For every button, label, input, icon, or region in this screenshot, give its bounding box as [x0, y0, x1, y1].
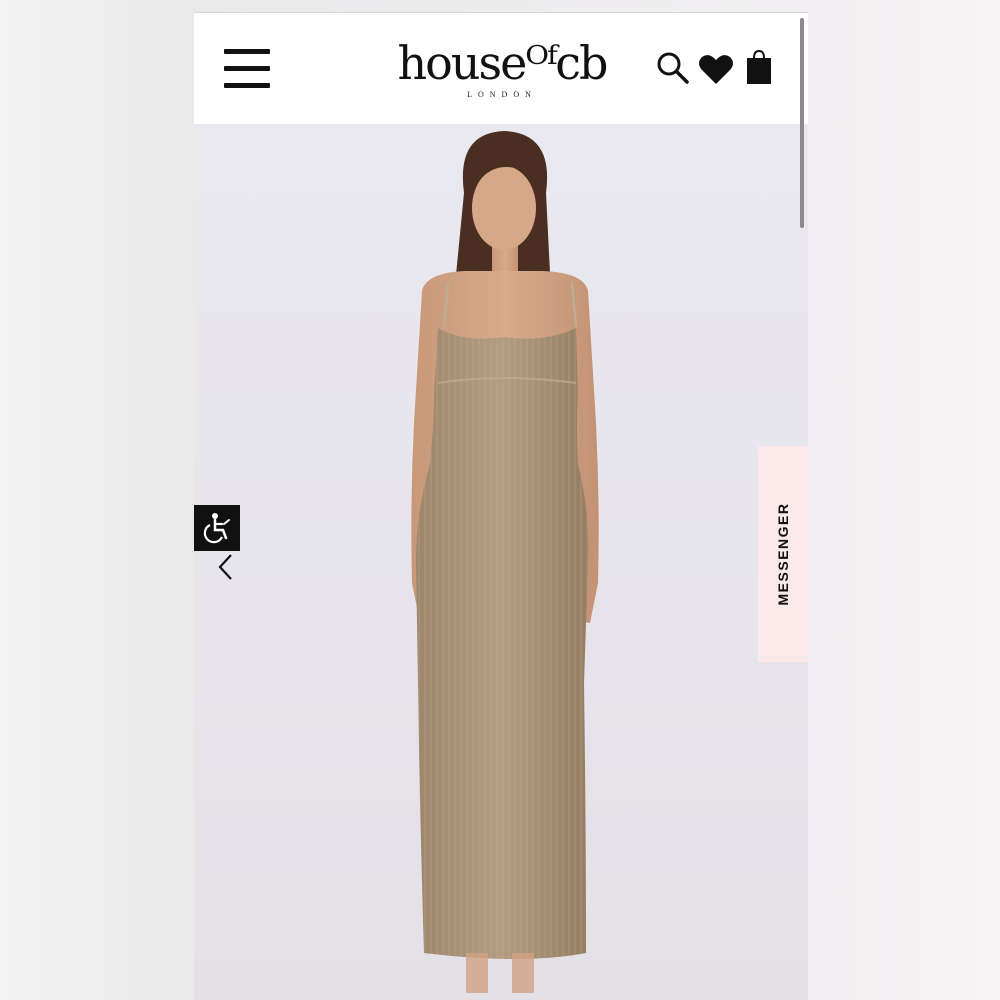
face	[472, 166, 536, 250]
shopping-bag-icon[interactable]	[745, 49, 773, 90]
site-header: houseᴼᶠcb LONDON	[194, 12, 808, 124]
messenger-button[interactable]: MESSENGER	[758, 446, 808, 662]
brand-logo[interactable]: houseᴼᶠcb LONDON	[362, 35, 642, 115]
mobile-viewport: houseᴼᶠcb LONDON MESSENGER	[194, 12, 808, 1000]
search-icon[interactable]	[656, 51, 690, 90]
dress-texture	[416, 328, 589, 959]
wheelchair-icon	[203, 513, 230, 544]
product-image[interactable]	[194, 123, 808, 1000]
heart-icon[interactable]	[698, 53, 734, 90]
model-figure	[411, 131, 599, 993]
chevron-left-icon[interactable]	[212, 552, 242, 582]
brand-wordmark: houseᴼᶠcb	[397, 36, 609, 90]
menu-button[interactable]	[224, 49, 270, 89]
scrollbar[interactable]	[800, 18, 804, 228]
accessibility-button[interactable]	[194, 505, 240, 551]
messenger-label: MESSENGER	[775, 502, 791, 606]
brand-location: LONDON	[467, 90, 537, 99]
